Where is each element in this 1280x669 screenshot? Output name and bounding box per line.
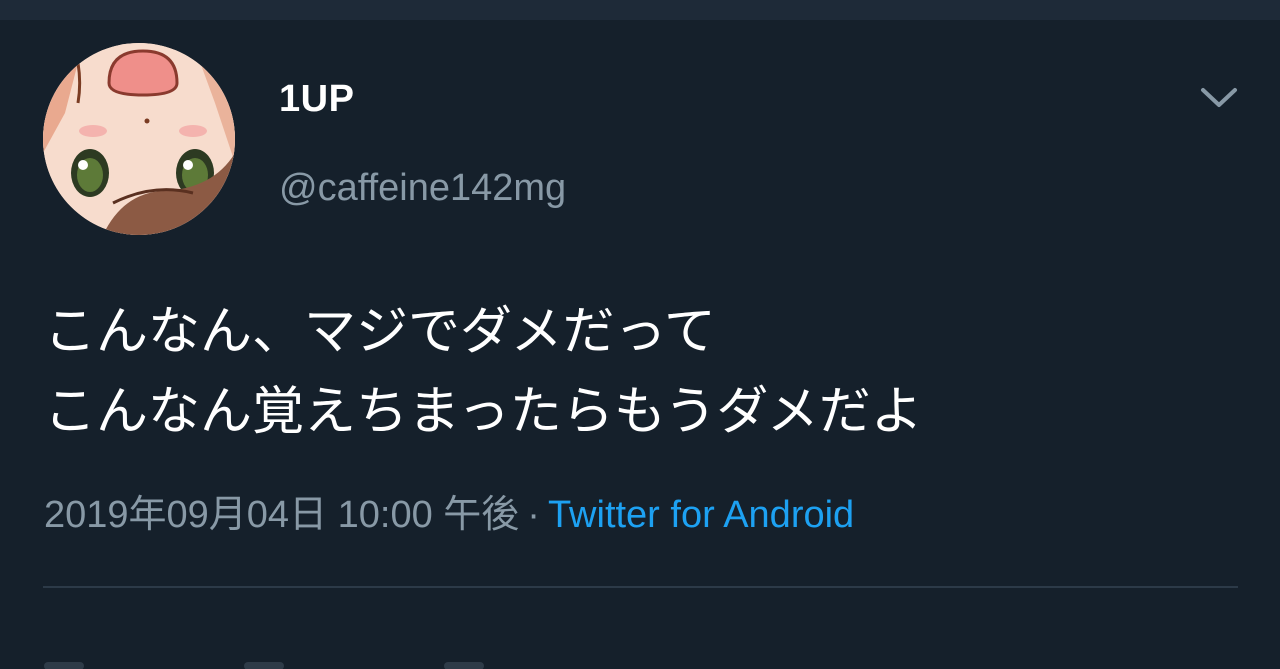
tweet-timestamp[interactable]: 2019年09月04日 10:00 午後 [44,494,519,536]
tweet-text-line: こんなん、マジでダメだって [44,302,716,362]
cutoff-fragment [244,662,284,669]
display-name[interactable]: 1UP [279,77,354,121]
user-handle[interactable]: @caffeine142mg [279,166,566,210]
tweet-meta: 2019年09月04日 10:00 午後 · Twitter for Android [44,490,854,540]
avatar[interactable] [43,43,235,235]
chevron-down-icon [1201,88,1237,107]
next-content-cutoff [44,640,944,669]
tweet-menu-button[interactable] [1196,78,1242,118]
avatar-image [43,43,235,235]
divider [43,586,1238,588]
cutoff-fragment [44,662,84,669]
tweet-text-line: こんなん覚えちまったらもうダメだよ [44,382,923,442]
tweet-text: こんなん、マジでダメだって こんなん覚えちまったらもうダメだよ [44,292,1244,452]
cutoff-fragment [444,662,484,669]
status-bar [0,0,1280,20]
tweet-source-link[interactable]: Twitter for Android [548,494,854,536]
meta-separator: · [527,494,540,536]
